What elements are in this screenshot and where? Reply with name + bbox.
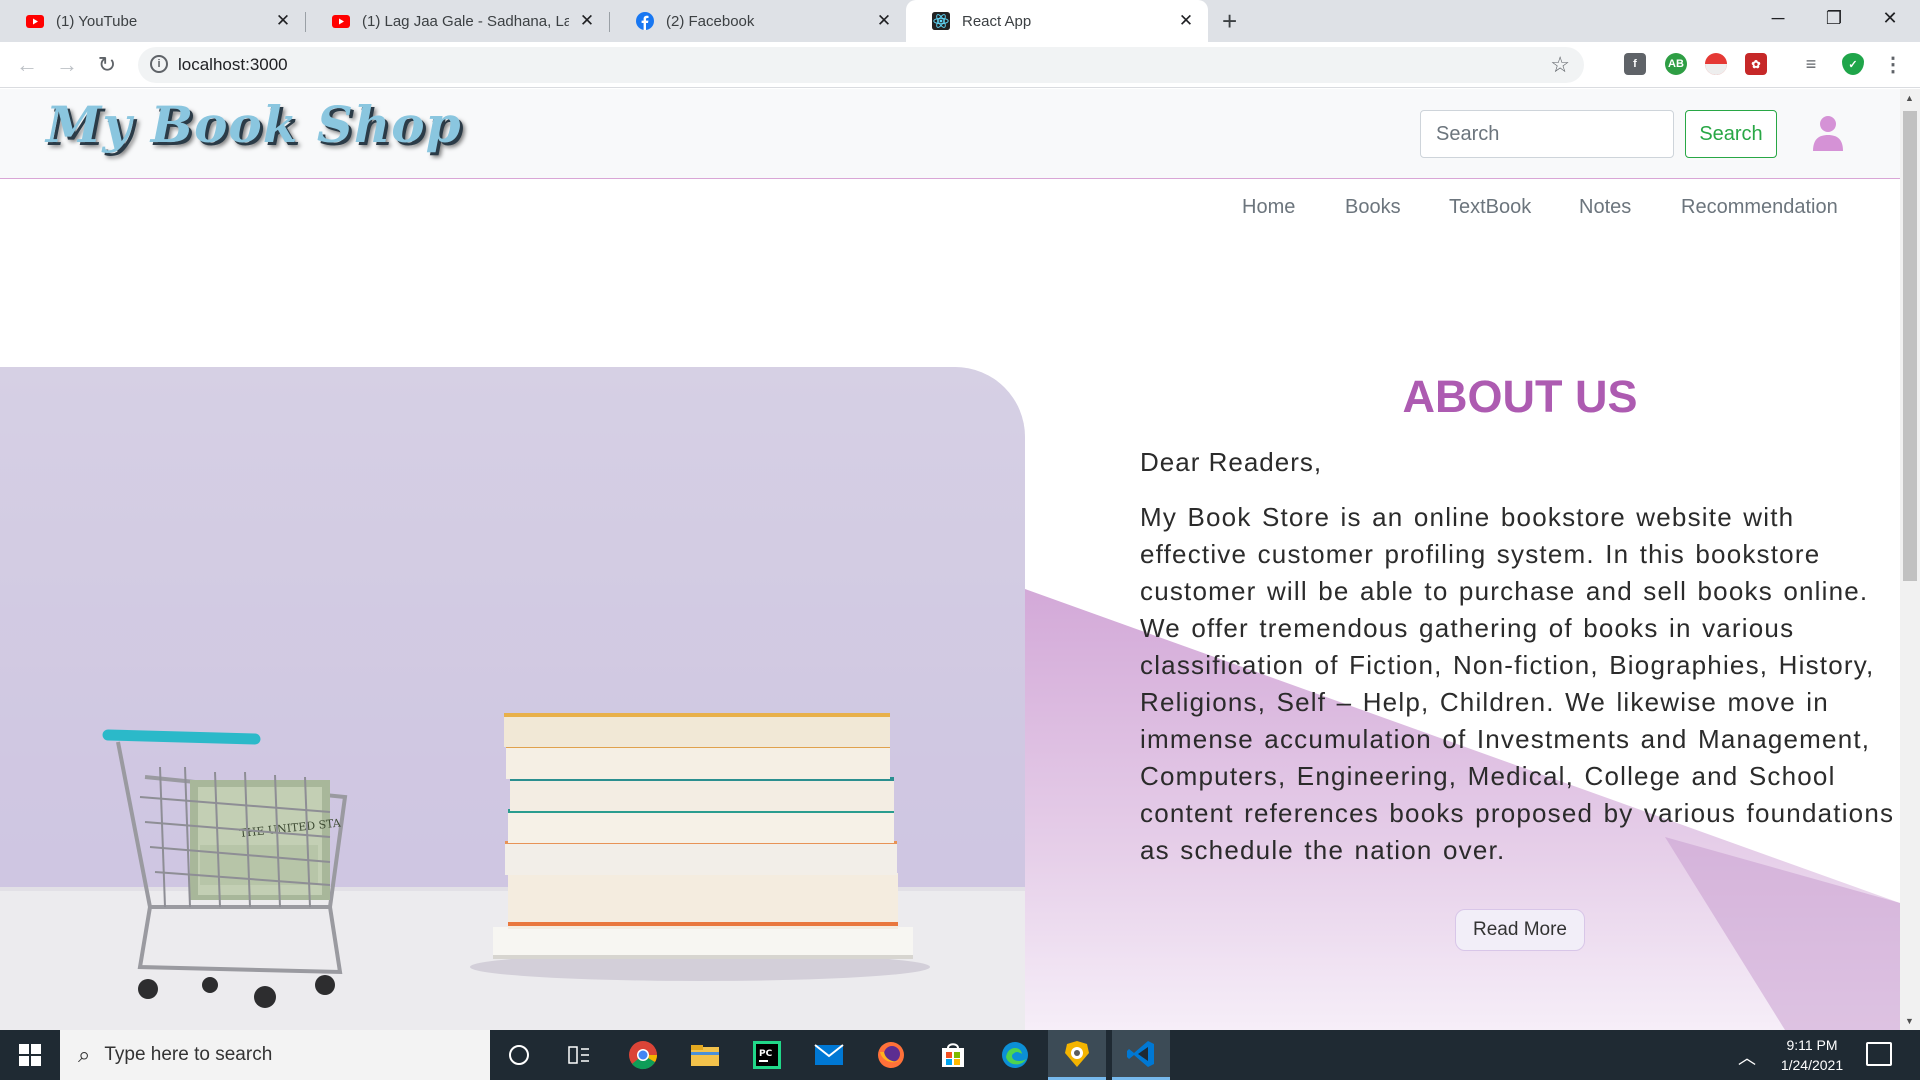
book-stack-icon [493,713,913,959]
tab-facebook[interactable]: (2) Facebook ✕ [610,0,906,42]
minimize-button[interactable]: ─ [1750,0,1806,36]
maximize-button[interactable]: ❐ [1806,0,1862,36]
action-center-icon[interactable] [1866,1042,1892,1066]
url-text[interactable]: localhost:3000 [178,55,288,75]
start-button[interactable] [0,1030,60,1080]
forward-button[interactable]: → [52,50,82,80]
adblock-extension-icon[interactable]: AB [1665,53,1687,75]
nav-home[interactable]: Home [1242,196,1295,219]
tab-youtube[interactable]: (1) YouTube ✕ [0,0,305,42]
new-tab-button[interactable]: + [1222,6,1237,37]
file-explorer-icon[interactable] [676,1030,734,1080]
site-header: My Book Shop Search [0,89,1900,179]
system-clock[interactable]: 9:11 PM 1/24/2021 [1764,1035,1860,1075]
chrome-icon[interactable] [614,1030,672,1080]
browser-toolbar: ← → ↻ i localhost:3000 ☆ f AB ✿ ≡ ✓ ⋮ [0,42,1920,88]
read-more-button[interactable]: Read More [1455,909,1585,951]
nav-textbook[interactable]: TextBook [1449,196,1531,219]
tab-title: (2) Facebook [666,12,755,30]
search-icon: ⌕ [78,1042,91,1067]
close-tab-icon[interactable]: ✕ [577,11,597,31]
tab-lag-jaa-gale[interactable]: (1) Lag Jaa Gale - Sadhana, Lata M ✕ [306,0,609,42]
hero-image: THE UNITED STA [0,367,1025,1030]
store-icon[interactable] [924,1030,982,1080]
mail-icon[interactable] [800,1030,858,1080]
more-menu-icon[interactable]: ⋮ [1882,53,1904,76]
page-viewport: My Book Shop Search Home Books TextBook … [0,89,1900,1030]
gift-extension-icon[interactable]: ✿ [1745,53,1767,75]
tab-react-app[interactable]: React App ✕ [906,0,1208,42]
close-window-button[interactable]: ✕ [1862,0,1918,36]
site-logo[interactable]: My Book Shop [46,95,462,154]
windows-logo-icon [19,1044,41,1066]
info-icon[interactable]: i [150,55,168,73]
close-tab-icon[interactable]: ✕ [874,11,894,31]
vscode-icon[interactable] [1112,1030,1170,1080]
firefox-icon[interactable] [862,1030,920,1080]
nav-books[interactable]: Books [1345,196,1401,219]
user-icon[interactable] [1812,115,1844,151]
tab-title: (1) Lag Jaa Gale - Sadhana, Lata M [362,12,569,30]
clock-time: 9:11 PM [1786,1037,1838,1053]
facebook-icon [636,12,654,30]
edge-icon[interactable] [986,1030,1044,1080]
scroll-up-icon[interactable]: ▲ [1905,93,1914,103]
about-greeting: Dear Readers, [1140,447,1323,477]
media-control-icon[interactable]: ≡ [1800,53,1822,75]
react-icon [932,12,950,30]
reload-button[interactable]: ↻ [92,50,122,80]
back-button[interactable]: ← [12,50,42,80]
facebook-extension-icon[interactable]: f [1624,53,1646,75]
address-bar[interactable]: i localhost:3000 ☆ [138,47,1584,83]
clock-date: 1/24/2021 [1780,1057,1844,1073]
tab-title: React App [962,12,1032,30]
scroll-down-icon[interactable]: ▼ [1905,1016,1914,1026]
taskbar-search-text: Type here to search [104,1044,273,1065]
cortana-icon[interactable] [490,1030,548,1080]
pycharm-icon[interactable]: PC [738,1030,796,1080]
nav-recommendation[interactable]: Recommendation [1681,196,1838,219]
windows-taskbar: ⌕ Type here to search PC ︿ 9:11 PM 1/24/… [0,1030,1920,1080]
scrollbar-thumb[interactable] [1903,111,1917,581]
svg-text:PC: PC [759,1049,773,1059]
task-view-icon[interactable] [550,1030,608,1080]
bookmark-star-icon[interactable]: ☆ [1550,52,1570,78]
about-title: ABOUT US [1402,371,1638,422]
search-input[interactable] [1420,110,1674,158]
tab-title: (1) YouTube [56,12,138,30]
shield-extension-icon[interactable]: ✓ [1842,53,1864,75]
search-button[interactable]: Search [1685,110,1777,158]
tray-overflow-icon[interactable]: ︿ [1738,1044,1756,1070]
close-tab-icon[interactable]: ✕ [1176,11,1196,31]
youtube-icon [26,12,44,30]
pokeball-extension-icon[interactable] [1705,53,1727,75]
about-body: My Book Store is an online bookstore web… [1140,502,1895,865]
main-nav: Home Books TextBook Notes Recommendation [0,180,1900,232]
brave-icon[interactable] [1048,1030,1106,1080]
taskbar-search[interactable]: ⌕ Type here to search [60,1030,490,1080]
page-scrollbar[interactable]: ▲ ▼ [1900,89,1920,1030]
youtube-icon [332,12,350,30]
close-tab-icon[interactable]: ✕ [273,11,293,31]
browser-tabstrip: (1) YouTube ✕ (1) Lag Jaa Gale - Sadhana… [0,0,1920,42]
nav-notes[interactable]: Notes [1579,196,1631,219]
